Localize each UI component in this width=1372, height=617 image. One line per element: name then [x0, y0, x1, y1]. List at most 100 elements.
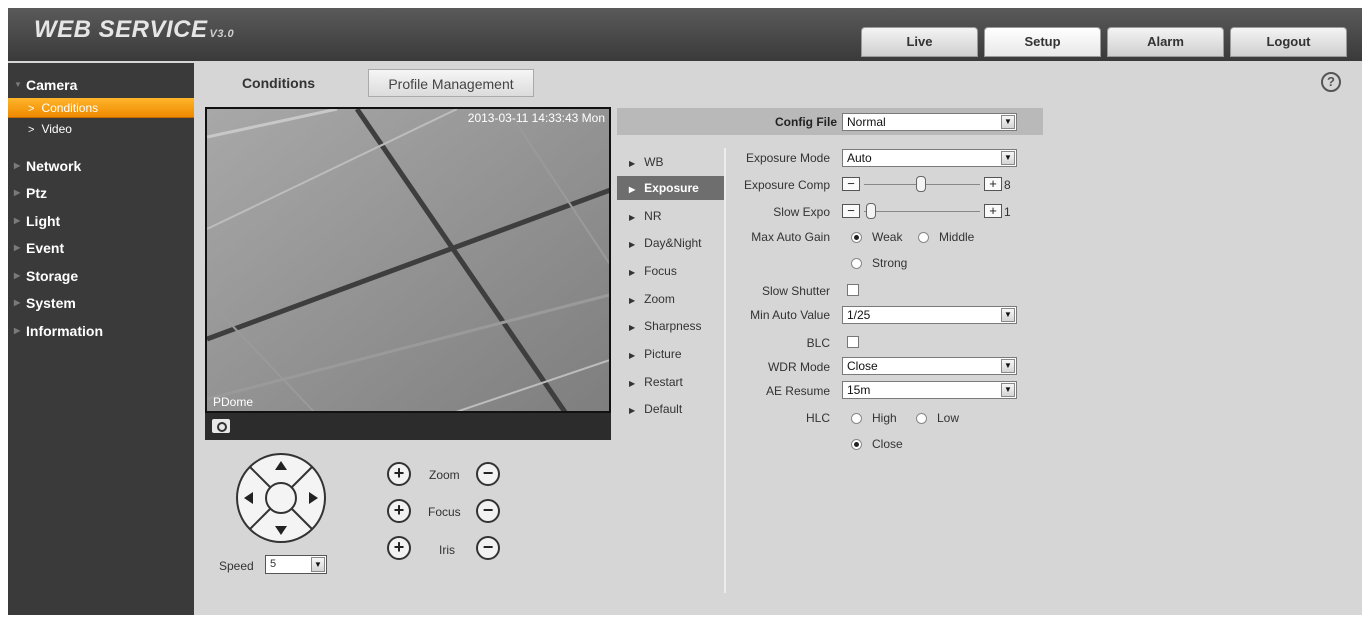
slow-expo-minus-button[interactable]: − — [842, 204, 860, 218]
tab-profile-management[interactable]: Profile Management — [368, 69, 534, 97]
dropdown-arrow-icon: ▼ — [1001, 151, 1015, 165]
subnav-label: Focus — [644, 264, 677, 278]
min-auto-value: 1/25 — [847, 308, 871, 322]
subnav-label: Restart — [644, 375, 683, 389]
zoom-label: Zoom — [429, 468, 460, 482]
subnav-label: WB — [644, 155, 664, 169]
app-frame: WEB SERVICE V3.0 Live Setup Alarm Logout … — [8, 8, 1362, 615]
exposure-mode-label: Exposure Mode — [745, 151, 830, 165]
nav-tab-setup[interactable]: Setup — [984, 27, 1101, 57]
triangle-right-icon: ▶ — [629, 379, 636, 388]
max-auto-gain-label: Max Auto Gain — [751, 230, 830, 244]
exposure-comp-slider-handle[interactable] — [916, 176, 926, 192]
header-bar: WEB SERVICE V3.0 Live Setup Alarm Logout — [8, 8, 1362, 61]
hlc-close-radio[interactable] — [851, 439, 862, 450]
sidebar-item-label: Camera — [26, 77, 78, 93]
sidebar-subitem-label: Conditions — [41, 101, 99, 115]
blc-checkbox[interactable] — [847, 336, 859, 348]
subnav-label: Zoom — [644, 292, 675, 306]
speed-label: Speed — [219, 559, 254, 573]
exposure-mode-select[interactable]: Auto ▼ — [842, 149, 1017, 167]
subnav-label: Sharpness — [644, 319, 702, 333]
speed-select[interactable]: 5 ▼ — [265, 555, 327, 574]
sidebar-item-label: Ptz — [26, 185, 47, 201]
nav-tab-alarm[interactable]: Alarm — [1107, 27, 1224, 57]
dropdown-arrow-icon: ▼ — [1001, 359, 1015, 373]
zoom-minus-button[interactable]: − — [476, 462, 500, 486]
slow-expo-track[interactable] — [864, 211, 980, 212]
sidebar-item-label: Network — [26, 158, 82, 174]
zoom-plus-button[interactable]: + — [387, 462, 411, 486]
collapsed-triangle-icon: ▶ — [14, 188, 21, 197]
iris-minus-button[interactable]: − — [476, 536, 500, 560]
exposure-comp-value: 8 — [1004, 178, 1011, 192]
triangle-right-icon: ▶ — [629, 268, 636, 277]
iris-plus-button[interactable]: + — [387, 536, 411, 560]
config-file-value: Normal — [847, 115, 886, 129]
slow-expo-plus-button[interactable]: + — [984, 204, 1002, 218]
blc-label: BLC — [806, 336, 830, 350]
focus-minus-button[interactable]: − — [476, 499, 500, 523]
subnav-label: Exposure — [644, 181, 699, 195]
min-auto-value-select[interactable]: 1/25 ▼ — [842, 306, 1017, 324]
sidebar-item-event[interactable]: ▶ Event — [8, 236, 194, 260]
wdr-mode-value: Close — [847, 359, 878, 373]
nav-tab-live[interactable]: Live — [861, 27, 978, 57]
nav-tab-logout[interactable]: Logout — [1230, 27, 1347, 57]
ae-resume-select[interactable]: 15m ▼ — [842, 381, 1017, 399]
sidebar-item-information[interactable]: ▶ Information — [8, 319, 194, 343]
config-file-label: Config File — [775, 115, 837, 129]
subnav-focus[interactable]: ▶ Focus — [617, 259, 724, 283]
config-file-select[interactable]: Normal ▼ — [842, 113, 1017, 131]
sidebar: ▼ Camera > Conditions > Video ▶ Network ▶ Ptz… — [8, 63, 194, 615]
slow-expo-label: Slow Expo — [773, 205, 830, 219]
sidebar-item-ptz[interactable]: ▶ Ptz — [8, 181, 194, 205]
sidebar-item-light[interactable]: ▶ Light — [8, 209, 194, 233]
sidebar-item-storage[interactable]: ▶ Storage — [8, 264, 194, 288]
dropdown-arrow-icon: ▼ — [311, 557, 325, 572]
help-icon[interactable]: ? — [1321, 72, 1341, 92]
dropdown-arrow-icon: ▼ — [1001, 308, 1015, 322]
collapsed-triangle-icon: ▶ — [14, 161, 21, 170]
ptz-direction-pad[interactable] — [235, 452, 327, 544]
hlc-high-radio[interactable] — [851, 413, 862, 424]
sidebar-item-camera[interactable]: ▼ Camera — [8, 73, 194, 97]
exposure-comp-minus-button[interactable]: − — [842, 177, 860, 191]
hlc-low-label: Low — [937, 411, 960, 425]
sidebar-subitem-conditions[interactable]: > Conditions — [8, 98, 194, 118]
collapsed-triangle-icon: ▶ — [14, 216, 21, 225]
subnav-label: NR — [644, 209, 662, 223]
triangle-right-icon: ▶ — [629, 185, 636, 194]
exposure-comp-plus-button[interactable]: + — [984, 177, 1002, 191]
hlc-low-radio[interactable] — [916, 413, 927, 424]
triangle-right-icon: ▶ — [629, 296, 636, 305]
gain-weak-radio[interactable] — [851, 232, 862, 243]
slow-expo-slider-handle[interactable] — [866, 203, 876, 219]
gain-strong-label: Strong — [872, 256, 908, 270]
ae-resume-value: 15m — [847, 383, 871, 397]
triangle-right-icon: ▶ — [629, 240, 636, 249]
sidebar-item-label: Information — [26, 323, 103, 339]
snapshot-camera-icon[interactable] — [212, 419, 230, 433]
subnav-label: Day&Night — [644, 236, 702, 250]
expanded-triangle-icon: ▼ — [14, 80, 22, 89]
sidebar-subitem-video[interactable]: > Video — [8, 119, 194, 139]
focus-plus-button[interactable]: + — [387, 499, 411, 523]
tab-conditions[interactable]: Conditions — [196, 69, 361, 97]
logo-version: V3.0 — [209, 28, 235, 40]
gain-middle-radio[interactable] — [918, 232, 929, 243]
video-channel-label: PDome — [213, 395, 254, 409]
hlc-close-label: Close — [872, 437, 903, 451]
slow-shutter-checkbox[interactable] — [847, 284, 859, 296]
sidebar-item-label: Light — [26, 213, 61, 229]
sidebar-item-network[interactable]: ▶ Network — [8, 154, 194, 178]
collapsed-triangle-icon: ▶ — [14, 243, 21, 252]
sidebar-item-system[interactable]: ▶ System — [8, 291, 194, 315]
speed-value: 5 — [270, 558, 277, 570]
triangle-right-icon: ▶ — [629, 213, 636, 222]
wdr-mode-select[interactable]: Close ▼ — [842, 357, 1017, 375]
exposure-mode-value: Auto — [847, 151, 872, 165]
logo-text: WEB SERVICE — [34, 16, 208, 43]
sidebar-item-label: Storage — [26, 268, 79, 284]
gain-strong-radio[interactable] — [851, 258, 862, 269]
